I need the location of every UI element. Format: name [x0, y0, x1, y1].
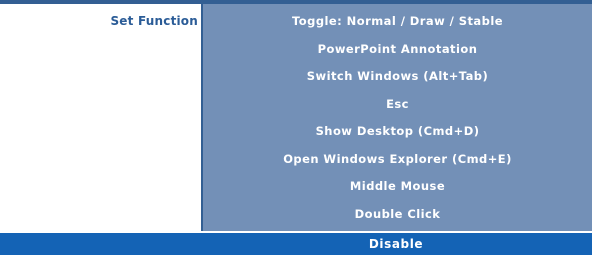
option-middle-mouse[interactable]: Middle Mouse — [203, 173, 592, 201]
option-open-windows-explorer[interactable]: Open Windows Explorer (Cmd+E) — [203, 146, 592, 174]
option-toggle-normal-draw-stable[interactable]: Toggle: Normal / Draw / Stable — [203, 8, 592, 36]
option-esc[interactable]: Esc — [203, 91, 592, 119]
option-double-click[interactable]: Double Click — [203, 201, 592, 229]
set-function-label: Set Function — [110, 14, 198, 28]
option-powerpoint-annotation[interactable]: PowerPoint Annotation — [203, 36, 592, 64]
options-menu: Toggle: Normal / Draw / Stable PowerPoin… — [203, 4, 592, 228]
function-options-list: Toggle: Normal / Draw / Stable PowerPoin… — [203, 4, 592, 231]
label-column: Set Function — [0, 4, 202, 231]
disable-label: Disable — [368, 237, 424, 251]
option-show-desktop[interactable]: Show Desktop (Cmd+D) — [203, 118, 592, 146]
option-switch-windows[interactable]: Switch Windows (Alt+Tab) — [203, 63, 592, 91]
option-disable-selected[interactable]: Disable — [0, 233, 592, 255]
